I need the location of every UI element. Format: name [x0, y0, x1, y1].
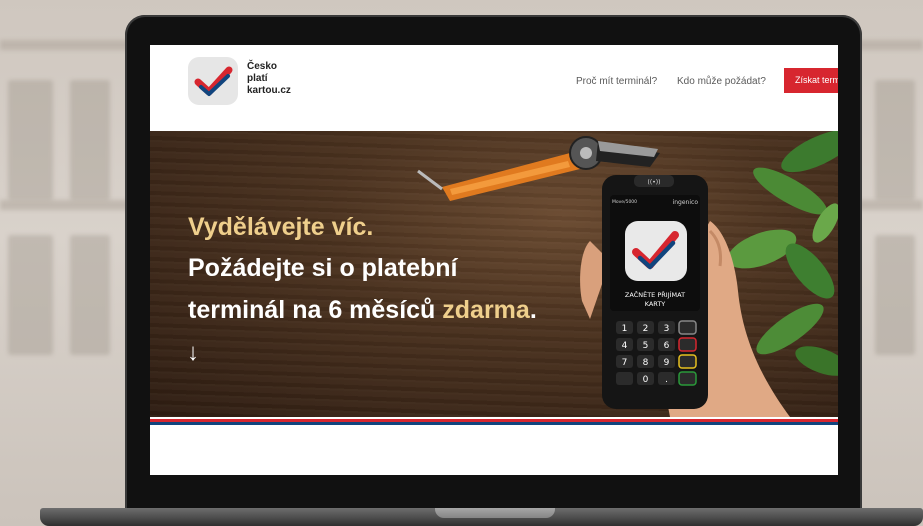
keypad-key-label: 0 [643, 375, 649, 385]
keypad-key-label: 5 [643, 341, 649, 351]
hero-headline-2: Požádejte si o platební [188, 254, 458, 282]
flag-stripe-divider [150, 417, 838, 425]
get-terminal-button[interactable]: Získat term [784, 68, 838, 93]
keypad-key-label: 9 [664, 358, 670, 368]
background-window [70, 235, 110, 355]
keypad-key-label: 4 [622, 341, 628, 351]
logo-checkmark-icon[interactable] [188, 57, 238, 105]
keypad-key-label: 3 [664, 324, 670, 334]
hero-section: ((•)) Move/5000 ingenico ZAČNĚTE PŘIJÍMA… [150, 131, 838, 417]
nav-link-why-terminal[interactable]: Proč mít terminál? [576, 76, 657, 87]
hero-headline-3-text: terminál na 6 měsíců [188, 296, 443, 324]
scroll-down-arrow-icon[interactable]: ↓ [187, 341, 199, 365]
site-header: Česko platí kartou.cz Proč mít terminál?… [150, 45, 838, 131]
keypad-function-key [678, 320, 697, 335]
background-window [875, 80, 915, 200]
logo-line: Česko [247, 61, 278, 72]
keypad-function-key [678, 337, 697, 352]
logo-wordmark[interactable]: Česko platí kartou.cz [247, 61, 337, 97]
logo-line: kartou.cz [247, 85, 291, 96]
hero-headline-1: Vydělávejte víc. [188, 213, 374, 241]
nav-link-who-can-apply[interactable]: Kdo může požádat? [677, 76, 766, 87]
keypad-key-label: . [665, 375, 668, 385]
background-window [8, 235, 53, 355]
keypad-key-label: 8 [643, 358, 649, 368]
background-window [8, 80, 53, 200]
keypad-key-label: 2 [643, 324, 649, 334]
hero-headline-3: terminál na 6 měsíců zdarma. [188, 296, 537, 325]
laptop-notch [435, 508, 555, 518]
keypad-key-label: 1 [622, 324, 628, 334]
hero-headline-suffix: . [529, 296, 537, 324]
laptop-screen: Česko platí kartou.cz Proč mít terminál?… [150, 45, 838, 475]
keypad-function-key [678, 371, 697, 386]
background-window [70, 80, 110, 200]
logo-line: platí [247, 73, 268, 84]
background-window [875, 235, 915, 355]
hero-headline-accent: zdarma [442, 296, 530, 324]
keypad-key-label: 7 [622, 358, 628, 368]
keypad-key [616, 372, 633, 385]
keypad-key-label: 6 [664, 341, 670, 351]
keypad-function-key [678, 354, 697, 369]
